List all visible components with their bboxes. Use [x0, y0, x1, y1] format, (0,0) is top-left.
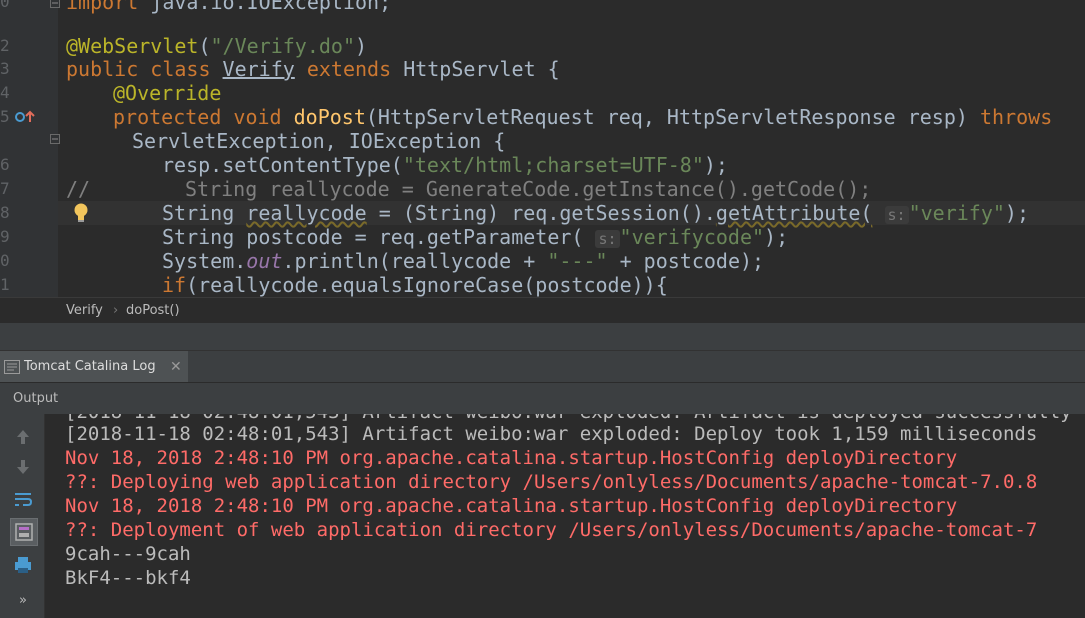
- code-line[interactable]: String reallycode = (String) req.getSess…: [162, 201, 1029, 225]
- string-token: "/Verify.do": [210, 34, 356, 58]
- code-token: );: [703, 153, 728, 177]
- code-token: System.: [162, 249, 247, 273]
- keyword-token: extends: [306, 57, 392, 81]
- more-actions-icon[interactable]: »: [12, 590, 34, 612]
- console-line: [2018-11-18 02:48:01,543] Artifact weibo…: [65, 423, 1038, 445]
- class-name-token: Verify: [222, 57, 295, 81]
- code-line[interactable]: @Override: [113, 81, 221, 105]
- output-header: Output: [0, 382, 1085, 415]
- code-line[interactable]: if(reallycode.equalsIgnoreCase(postcode)…: [162, 273, 668, 297]
- tab-tomcat-catalina-log[interactable]: Tomcat Catalina Log ✕: [0, 351, 188, 383]
- line-number: 1: [0, 275, 10, 294]
- code-line[interactable]: ServletException, IOException {: [132, 129, 505, 153]
- code-token: = (String) req.getSession().: [366, 201, 716, 225]
- console-line-error: ??: Deployment of web application direct…: [65, 519, 1038, 541]
- code-token: String postcode = req.getParameter(: [162, 225, 584, 249]
- scroll-to-end-icon: [15, 523, 33, 541]
- line-number: 6: [0, 155, 10, 174]
- override-method-icon[interactable]: [14, 109, 36, 125]
- string-token: "text/html;charset=UTF-8": [402, 153, 704, 177]
- console-line: 9cah---9cah: [65, 543, 191, 565]
- code-line[interactable]: protected void doPost(HttpServletRequest…: [113, 105, 1052, 129]
- code-token: (HttpServletRequest req, HttpServletResp…: [365, 105, 968, 129]
- keyword-token: if: [162, 273, 187, 297]
- line-number: 5: [0, 107, 10, 126]
- line-number: 9: [0, 227, 10, 246]
- line-number: 0: [0, 251, 10, 270]
- variable-token: reallycode: [246, 201, 367, 225]
- breadcrumb-method[interactable]: doPost(): [126, 298, 180, 324]
- code-token: .println(reallycode +: [282, 249, 548, 273]
- fold-marker-icon[interactable]: [50, 0, 60, 8]
- parameter-hint: s:: [884, 206, 909, 224]
- soft-wrap-icon[interactable]: [12, 488, 34, 510]
- lightbulb-icon[interactable]: [72, 202, 90, 224]
- console-output[interactable]: [2018-11-18 02:48:01,543] Artifact weibo…: [45, 414, 1085, 618]
- output-label[interactable]: Output: [13, 383, 58, 415]
- keyword-token: public class: [66, 57, 211, 81]
- breadcrumb-class[interactable]: Verify: [66, 298, 103, 324]
- string-token: "verifycode": [619, 225, 765, 249]
- line-number: 4: [0, 83, 10, 102]
- tool-window-spacer: [0, 323, 1085, 350]
- arrow-down-icon[interactable]: [12, 456, 34, 478]
- line-number: 3: [0, 59, 10, 78]
- console-toolbar: »: [0, 414, 45, 618]
- line-number-gutter[interactable]: 0 2 3 4 5 6 7 8 9 0 1: [0, 0, 60, 297]
- line-number: 2: [0, 36, 10, 55]
- keyword-token: protected void: [113, 105, 282, 129]
- code-token: getAttribute(: [715, 201, 873, 225]
- line-number: 0: [0, 0, 10, 11]
- breadcrumb-separator: ›: [113, 303, 119, 318]
- code-token: ServletException, IOException {: [132, 129, 506, 153]
- console-line-error: ??: Deploying web application directory …: [65, 471, 1038, 493]
- string-token: "verify": [908, 201, 1005, 225]
- code-line[interactable]: public class Verify extends HttpServlet …: [66, 57, 560, 81]
- line-number: 8: [0, 203, 10, 222]
- string-token: "---": [547, 249, 608, 273]
- annotation-token: @WebServlet: [66, 34, 199, 58]
- code-token: HttpServlet {: [403, 57, 560, 81]
- code-line[interactable]: resp.setContentType("text/html;charset=U…: [162, 153, 728, 177]
- print-icon[interactable]: [12, 554, 34, 576]
- scroll-to-end-toggle[interactable]: [10, 518, 38, 546]
- code-token: + postcode);: [607, 249, 765, 273]
- log-icon: [4, 360, 20, 374]
- tab-label: Tomcat Catalina Log: [24, 359, 156, 374]
- parameter-hint: s:: [595, 230, 620, 248]
- method-name-token: doPost: [293, 105, 366, 129]
- close-icon[interactable]: ✕: [170, 351, 182, 383]
- code-token: String: [162, 201, 247, 225]
- tool-window-tabbar: Tomcat Catalina Log ✕: [0, 350, 1085, 383]
- code-line[interactable]: import java.io.IOException;: [66, 0, 391, 14]
- breadcrumb: Verify › doPost(): [0, 297, 1085, 324]
- line-number: 7: [0, 179, 10, 198]
- code-editor[interactable]: 0 2 3 4 5 6 7 8 9 0 1 import java.io.IOE…: [0, 0, 1085, 297]
- fold-marker-icon[interactable]: [50, 134, 60, 144]
- console-line-error: Nov 18, 2018 2:48:10 PM org.apache.catal…: [65, 495, 958, 517]
- console-line-error: Nov 18, 2018 2:48:10 PM org.apache.catal…: [65, 447, 958, 469]
- keyword-token: throws: [979, 105, 1053, 129]
- code-token: resp.setContentType(: [162, 153, 403, 177]
- code-line[interactable]: @WebServlet("/Verify.do"): [66, 34, 367, 58]
- code-token: );: [764, 225, 789, 249]
- comment-slashes[interactable]: //: [66, 177, 90, 201]
- field-token: out: [246, 249, 283, 273]
- arrow-up-icon[interactable]: [12, 426, 34, 448]
- code-line[interactable]: String postcode = req.getParameter( s: "v…: [162, 225, 788, 249]
- code-token: );: [1004, 201, 1029, 225]
- code-token: (reallycode.equalsIgnoreCase(postcode)){: [186, 273, 668, 297]
- console-line: BkF4---bkf4: [65, 567, 191, 589]
- annotation-token: @Override: [113, 81, 222, 105]
- code-line-comment[interactable]: String reallycode = GenerateCode.getInst…: [185, 177, 871, 201]
- code-line[interactable]: System.out.println(reallycode + "---" + …: [162, 249, 764, 273]
